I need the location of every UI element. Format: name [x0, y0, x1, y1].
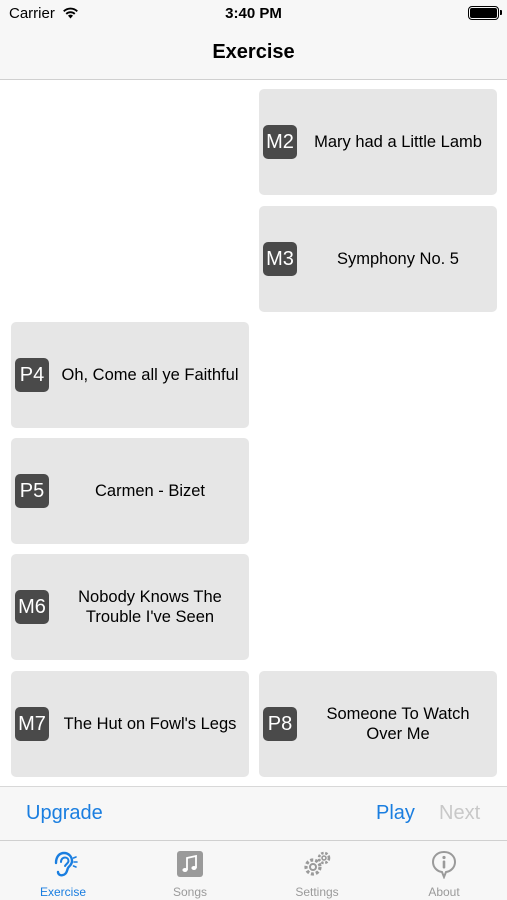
navigation-bar: Exercise [0, 28, 507, 80]
exercise-card-m6[interactable]: M6 Nobody Knows The Trouble I've Seen [11, 554, 249, 660]
tab-label: About [428, 885, 460, 899]
info-icon [431, 850, 457, 879]
tab-label: Songs [172, 885, 208, 899]
tab-settings[interactable]: Settings [254, 841, 380, 900]
card-code-badge: M2 [263, 125, 297, 159]
tab-about[interactable]: About [381, 841, 507, 900]
exercise-card-p8[interactable]: P8 Someone To Watch Over Me [259, 671, 497, 777]
card-title: Nobody Knows The Trouble I've Seen [78, 588, 222, 626]
card-title: Symphony No. 5 [337, 250, 459, 268]
tab-exercise[interactable]: Exercise [0, 841, 126, 900]
action-toolbar: Upgrade Play Next [0, 786, 507, 840]
exercise-grid: M2 Mary had a Little Lamb M3 Symphony No… [0, 80, 507, 786]
tab-bar: Exercise Songs Settings About [0, 840, 507, 900]
exercise-card-m7[interactable]: M7 The Hut on Fowl's Legs [11, 671, 249, 777]
card-code-badge: M3 [263, 242, 297, 276]
music-note-icon [177, 851, 203, 877]
card-code-badge: P5 [15, 474, 49, 508]
card-code-badge: M7 [15, 707, 49, 741]
status-time: 3:40 PM [225, 5, 282, 22]
status-bar: Carrier 3:40 PM [0, 0, 507, 28]
play-button[interactable]: Play [376, 802, 415, 825]
exercise-card-p5[interactable]: P5 Carmen - Bizet [11, 438, 249, 544]
upgrade-button[interactable]: Upgrade [26, 802, 103, 825]
exercise-card-m3[interactable]: M3 Symphony No. 5 [259, 206, 497, 312]
card-code-badge: M6 [15, 590, 49, 624]
card-code-badge: P8 [263, 707, 297, 741]
card-title: Someone To Watch Over Me [326, 705, 470, 743]
next-button[interactable]: Next [439, 802, 480, 825]
card-title: Oh, Come all ye Faithful [61, 366, 239, 384]
card-title: Mary had a Little Lamb [314, 133, 482, 151]
page-title: Exercise [212, 41, 295, 63]
exercise-card-p4[interactable]: P4 Oh, Come all ye Faithful [11, 322, 249, 428]
card-title: Carmen - Bizet [94, 482, 206, 500]
tab-label: Exercise [39, 885, 86, 899]
gears-icon [304, 851, 331, 876]
tab-songs[interactable]: Songs [127, 841, 253, 900]
card-code-badge: P4 [15, 358, 49, 392]
card-title: The Hut on Fowl's Legs [63, 715, 237, 733]
ear-icon [54, 851, 78, 877]
exercise-card-m2[interactable]: M2 Mary had a Little Lamb [259, 89, 497, 195]
battery-icon [468, 6, 502, 20]
tab-label: Settings [295, 885, 339, 899]
